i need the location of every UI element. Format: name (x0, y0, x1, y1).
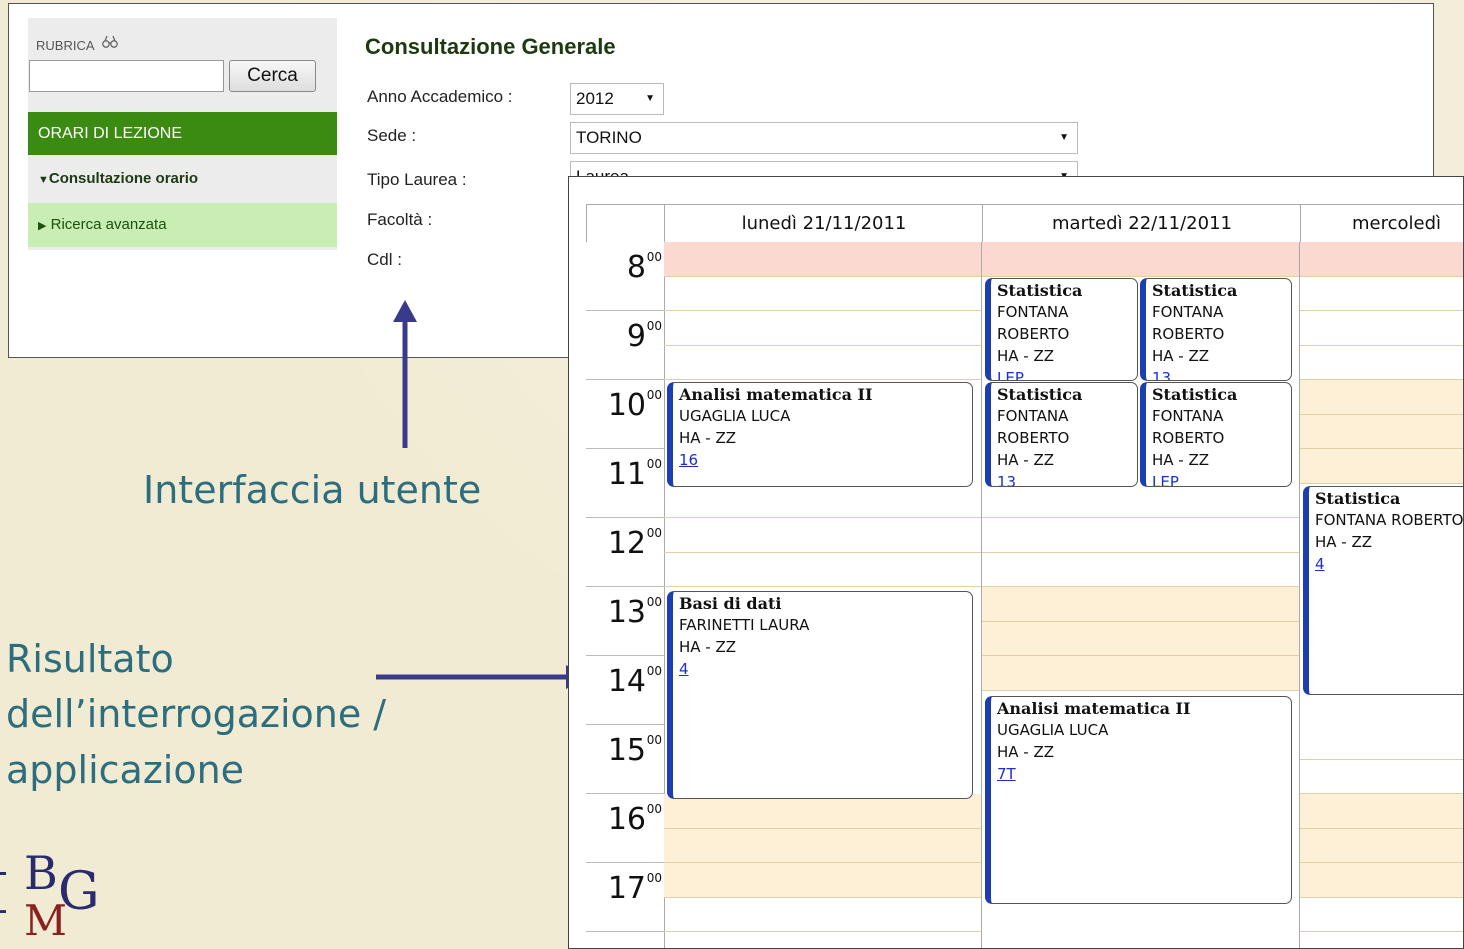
slot (1300, 863, 1463, 898)
slot (982, 553, 1299, 587)
annotation-result-line-1: Risultato (6, 637, 174, 681)
hour-label: 14 00 (586, 656, 664, 725)
day-header: lunedì 21/11/2011 (664, 205, 983, 242)
annotation-result-line-3: applicazione (6, 748, 245, 792)
hour-label: 10 00 (586, 380, 664, 449)
event-statistica-1[interactable]: Statistica FONTANA ROBERTO HA - ZZ LEP (985, 278, 1138, 381)
arrow-up-head (393, 300, 417, 322)
slot (664, 518, 981, 553)
day-header: martedì 22/11/2011 (982, 205, 1301, 242)
slot (664, 898, 981, 932)
slot (1300, 414, 1463, 449)
slot (1300, 311, 1463, 346)
slot (982, 621, 1299, 656)
header-corner (586, 205, 665, 242)
slot (664, 553, 981, 587)
hour-label: 15 00 (586, 725, 664, 794)
room-link[interactable]: LEP (1152, 471, 1291, 486)
room-link[interactable]: 13 (997, 471, 1137, 486)
slot (1300, 794, 1463, 829)
slot (1300, 449, 1463, 484)
timetable-window: lunedì 21/11/2011 martedì 22/11/2011 mer… (568, 176, 1464, 949)
annotation-interfaccia-utente: Interfaccia utente (143, 468, 482, 512)
hour-label: 17 00 (586, 863, 664, 932)
room-link[interactable]: 7T (997, 763, 1291, 785)
day-header: mercoledì (1300, 205, 1463, 242)
room-link[interactable]: 16 (679, 449, 972, 471)
slot (982, 484, 1299, 518)
slot (1300, 725, 1463, 760)
slot (1300, 346, 1463, 380)
hour-label: 13 00 (586, 587, 664, 656)
slot (1300, 898, 1463, 932)
slot (664, 346, 981, 380)
slot (664, 277, 981, 311)
event-analisi-martedi[interactable]: Analisi matematica II UGAGLIA LUCA HA - … (985, 696, 1292, 904)
hour-label: 8 00 (586, 242, 664, 311)
logo-d: D (0, 862, 6, 932)
annotation-result-line-2: dell’interrogazione / (6, 692, 387, 736)
calendar-header: lunedì 21/11/2011 martedì 22/11/2011 mer… (586, 204, 1463, 243)
event-basi-di-dati[interactable]: Basi di dati FARINETTI LAURA HA - ZZ 4 (667, 591, 973, 799)
slot (664, 484, 981, 518)
event-statistica-4[interactable]: Statistica FONTANA ROBERTO HA - ZZ LEP (1140, 382, 1292, 487)
slot (982, 587, 1299, 622)
event-statistica-2[interactable]: Statistica FONTANA ROBERTO HA - ZZ 13 (1140, 278, 1292, 381)
time-column: 8 00 9 00 10 00 11 00 12 00 13 00 14 00 15 00 16… (586, 242, 665, 948)
slot (664, 794, 981, 829)
slot (664, 242, 981, 277)
room-link[interactable]: 4 (1315, 553, 1463, 575)
room-link[interactable]: 4 (679, 658, 972, 680)
slot (664, 311, 981, 346)
hour-label: 16 00 (586, 794, 664, 863)
hour-label: 11 00 (586, 449, 664, 518)
slot (982, 656, 1299, 691)
event-analisi-lunedi[interactable]: Analisi matematica II UGAGLIA LUCA HA - … (667, 382, 973, 487)
event-statistica-mercoledi[interactable]: Statistica FONTANA ROBERTO HA - ZZ 4 (1303, 486, 1463, 695)
slot (982, 242, 1299, 277)
slot (1300, 242, 1463, 277)
room-link[interactable]: LEP (997, 367, 1137, 380)
slot (664, 863, 981, 898)
logo-m: M (24, 896, 68, 945)
hour-label: 12 00 (586, 518, 664, 587)
logo-b: B (24, 846, 58, 900)
slot (1300, 277, 1463, 311)
room-link[interactable]: 13 (1152, 367, 1291, 380)
slot (1300, 760, 1463, 794)
event-statistica-3[interactable]: Statistica FONTANA ROBERTO HA - ZZ 13 (985, 382, 1138, 487)
slot (1300, 828, 1463, 863)
slot (664, 828, 981, 863)
slot (982, 518, 1299, 553)
hour-label: 9 00 (586, 311, 664, 380)
slot (1300, 380, 1463, 415)
